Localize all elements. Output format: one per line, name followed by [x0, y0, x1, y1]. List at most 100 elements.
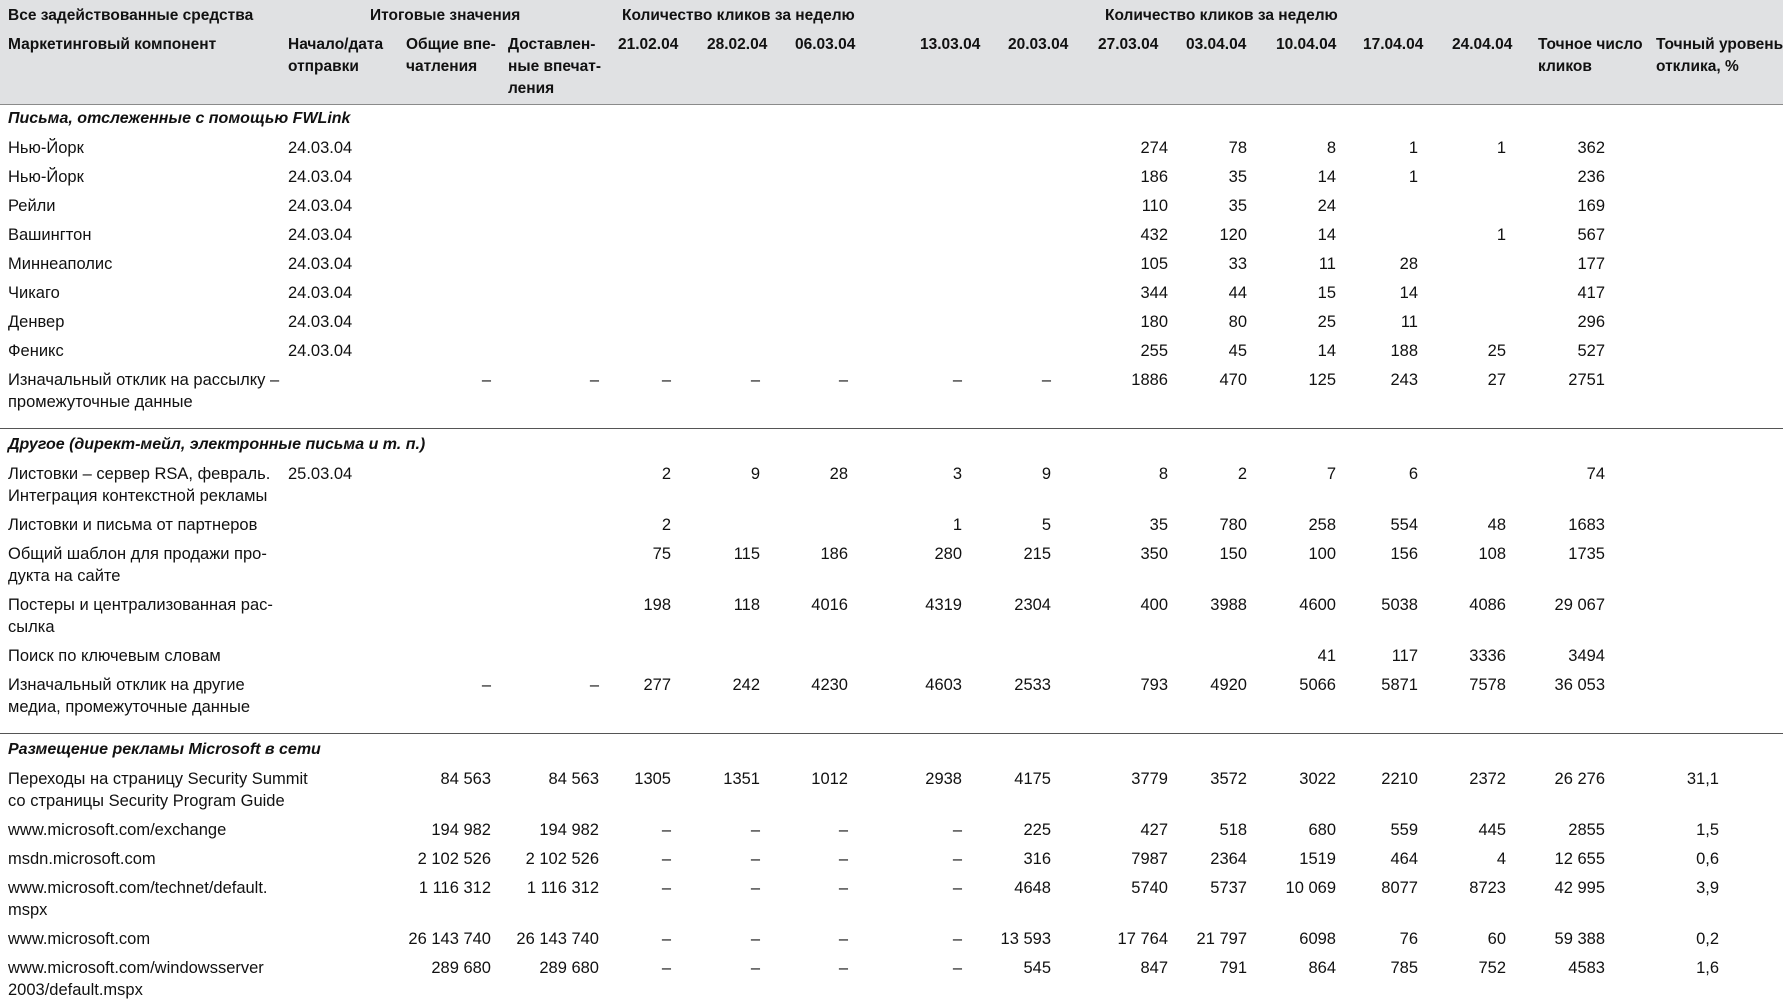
- row-exact-clicks: 296: [1577, 313, 1605, 331]
- row-week-clicks: 21 797: [1196, 930, 1247, 948]
- row-label: www.microsoft.com/technet/default. mspx: [8, 879, 268, 919]
- row-start-date: 24.03.04: [288, 197, 353, 215]
- row-total-impressions: –: [481, 676, 491, 694]
- row-week-clicks: 1519: [1299, 850, 1336, 868]
- row-week-clicks: 14: [1317, 168, 1336, 186]
- row-week-clicks: –: [952, 879, 962, 897]
- row-start-date: 25.03.04: [288, 465, 353, 483]
- row-week-clicks: 1: [1408, 168, 1418, 186]
- row-total-impressions: 194 982: [431, 821, 491, 839]
- row-week-clicks: 258: [1308, 516, 1336, 534]
- row-week-clicks: 27: [1487, 371, 1506, 389]
- row-week-clicks: 243: [1390, 371, 1418, 389]
- section-title: Размещение рекламы Microsoft в сети: [8, 741, 321, 758]
- row-week-clicks: 28: [829, 465, 848, 483]
- row-week-clicks: 35: [1228, 168, 1247, 186]
- row-week-clicks: 1: [1496, 139, 1506, 157]
- row-week-clicks: 1305: [634, 770, 671, 788]
- row-week-clicks: –: [838, 371, 848, 389]
- row-week-clicks: 198: [643, 596, 671, 614]
- row-week-clicks: 14: [1317, 226, 1336, 244]
- row-week-clicks: 4016: [811, 596, 848, 614]
- row-total-impressions: 84 563: [440, 770, 491, 788]
- row-label: Нью-Йорк: [8, 168, 84, 186]
- row-start-date: 24.03.04: [288, 342, 353, 360]
- row-start-date: 24.03.04: [288, 284, 353, 302]
- row-delivered-impressions: 1 116 312: [526, 879, 599, 897]
- row-exact-clicks: 4583: [1568, 959, 1605, 977]
- row-week-clicks: 4175: [1014, 770, 1051, 788]
- header-start-date: Начало/дата отправки: [288, 36, 384, 75]
- row-label: Общий шаблон для продажи про-дукта на са…: [8, 545, 267, 585]
- header-week: 03.04.04: [1186, 36, 1247, 53]
- row-week-clicks: 156: [1390, 545, 1418, 563]
- header-week: 06.03.04: [795, 36, 856, 53]
- header-week: 28.02.04: [707, 36, 768, 53]
- row-week-clicks: –: [838, 850, 848, 868]
- row-week-clicks: 33: [1228, 255, 1247, 273]
- row-week-clicks: –: [750, 371, 760, 389]
- row-week-clicks: 2372: [1469, 770, 1506, 788]
- row-week-clicks: –: [661, 821, 671, 839]
- row-delivered-impressions: 2 102 526: [525, 850, 599, 868]
- row-exact-clicks: 2855: [1568, 821, 1605, 839]
- row-week-clicks: 680: [1308, 821, 1336, 839]
- header-week: 10.04.04: [1276, 36, 1337, 53]
- row-label: Феникс: [8, 342, 64, 360]
- row-exact-clicks: 12 655: [1554, 850, 1605, 868]
- row-exact-clicks: 177: [1577, 255, 1605, 273]
- row-week-clicks: 274: [1140, 139, 1168, 157]
- row-week-clicks: 41: [1317, 647, 1336, 665]
- row-week-clicks: 35: [1149, 516, 1168, 534]
- row-week-clicks: –: [750, 959, 760, 977]
- row-start-date: 24.03.04: [288, 313, 353, 331]
- row-week-clicks: 150: [1219, 545, 1247, 563]
- row-week-clicks: –: [838, 930, 848, 948]
- header-group-totals: Итоговые значения: [370, 7, 521, 24]
- row-delivered-impressions: –: [589, 676, 599, 694]
- row-label: Листовки и письма от партнеров: [8, 516, 258, 534]
- header-week: 17.04.04: [1363, 36, 1424, 53]
- row-label: Переходы на страницу Security Summit со с…: [8, 770, 308, 810]
- row-exact-clicks: 236: [1577, 168, 1605, 186]
- row-total-impressions: 1 116 312: [418, 879, 491, 897]
- row-exact-clicks: 417: [1577, 284, 1605, 302]
- row-response-rate: 1,5: [1696, 821, 1719, 839]
- row-week-clicks: 6098: [1299, 930, 1336, 948]
- row-label: Изначальный отклик на другие медиа, проме…: [8, 676, 251, 716]
- row-total-impressions: 2 102 526: [417, 850, 491, 868]
- row-week-clicks: –: [750, 850, 760, 868]
- row-week-clicks: 350: [1140, 545, 1168, 563]
- row-week-clicks: 2938: [925, 770, 962, 788]
- row-week-clicks: –: [952, 959, 962, 977]
- row-week-clicks: –: [661, 959, 671, 977]
- row-week-clicks: 4: [1496, 850, 1506, 868]
- row-week-clicks: 5: [1041, 516, 1051, 534]
- row-week-clicks: 118: [733, 596, 760, 614]
- row-week-clicks: 11: [1400, 313, 1418, 331]
- row-week-clicks: 7987: [1131, 850, 1168, 868]
- header-group-all: Все задействованные средства: [8, 7, 254, 24]
- row-delivered-impressions: –: [589, 371, 599, 389]
- row-label: Рейли: [8, 197, 56, 215]
- header-response-rate: Точный уровень отклика, %: [1656, 36, 1783, 75]
- row-label: Изначальный отклик на рассылку – промежут…: [8, 371, 280, 411]
- row-week-clicks: 2533: [1014, 676, 1051, 694]
- row-label: Миннеаполис: [8, 255, 113, 273]
- row-week-clicks: 432: [1140, 226, 1168, 244]
- row-week-clicks: 186: [820, 545, 848, 563]
- row-week-clicks: 15: [1317, 284, 1336, 302]
- header-week: 27.03.04: [1098, 36, 1159, 53]
- row-label: Листовки – сервер RSA, февраль. Интеграци…: [8, 465, 271, 505]
- row-exact-clicks: 42 995: [1554, 879, 1605, 897]
- row-week-clicks: –: [661, 879, 671, 897]
- row-week-clicks: 847: [1140, 959, 1168, 977]
- row-week-clicks: 3336: [1469, 647, 1506, 665]
- row-week-clicks: 3779: [1131, 770, 1168, 788]
- row-week-clicks: 48: [1487, 516, 1506, 534]
- row-week-clicks: 518: [1219, 821, 1247, 839]
- row-exact-clicks: 29 067: [1554, 596, 1605, 614]
- row-week-clicks: 8: [1326, 139, 1336, 157]
- row-total-impressions: 289 680: [431, 959, 491, 977]
- row-week-clicks: 6: [1408, 465, 1418, 483]
